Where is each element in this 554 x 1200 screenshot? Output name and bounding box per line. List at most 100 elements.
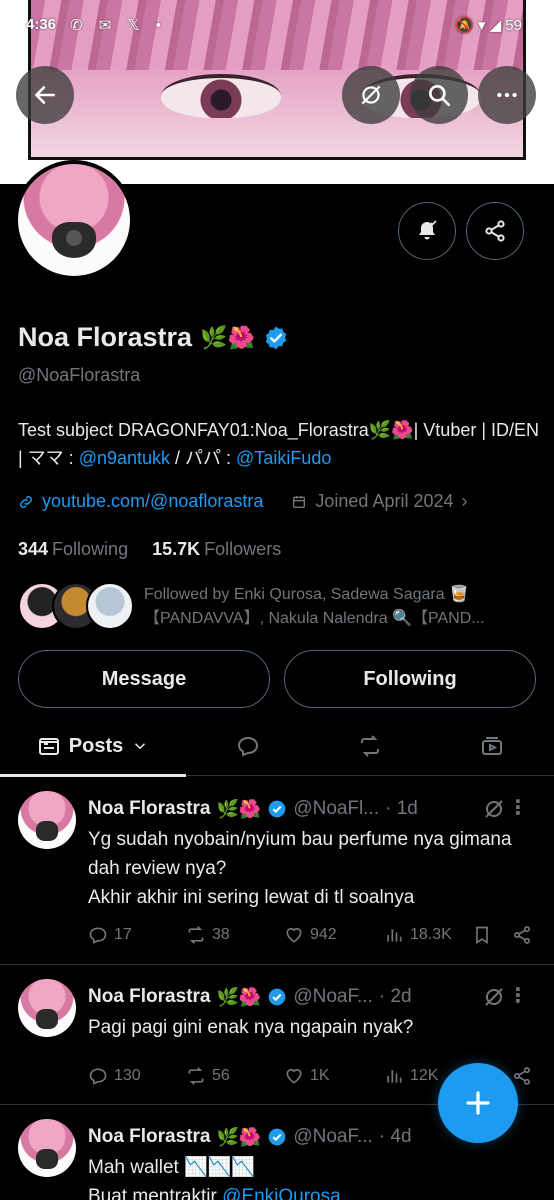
avatar[interactable] bbox=[18, 791, 76, 849]
chevron-right-icon[interactable]: › bbox=[462, 491, 468, 512]
post-author-emojis: 🌿🌺 bbox=[216, 1126, 262, 1147]
post-author-name[interactable]: Noa Florastra bbox=[88, 798, 210, 820]
status-time: 4:36 bbox=[26, 16, 57, 33]
like-button[interactable]: 1K bbox=[284, 1066, 330, 1086]
follow-stats: 344 Following 15.7K Followers bbox=[18, 539, 281, 560]
bio-separator: / パパ : bbox=[170, 448, 237, 468]
avatar bbox=[86, 582, 134, 630]
share-button[interactable] bbox=[512, 925, 532, 945]
calendar-icon bbox=[293, 495, 306, 508]
name-emojis: 🌿🌺 bbox=[200, 324, 255, 350]
notifications-button[interactable] bbox=[398, 202, 456, 260]
website-link[interactable]: youtube.com/@noaflorastra bbox=[42, 491, 263, 512]
grok-icon[interactable] bbox=[482, 985, 506, 1009]
status-notification-icons: ✆ ✉ 𝕏 • bbox=[70, 17, 167, 34]
post-time: · 1d bbox=[385, 798, 418, 819]
profile-bio: Test subject DRAGONFAY01:Noa_Florastra🌿🌺… bbox=[18, 416, 542, 472]
tab-replies[interactable] bbox=[200, 716, 296, 776]
verified-badge-icon[interactable] bbox=[263, 325, 289, 351]
views-icon bbox=[387, 1070, 402, 1083]
reply-icon bbox=[89, 927, 107, 944]
post-time: · 4d bbox=[378, 1126, 412, 1147]
reply-button[interactable]: 17 bbox=[88, 925, 132, 945]
tab-reposts[interactable] bbox=[322, 716, 418, 776]
post-item[interactable]: Noa Florastra 🌿🌺 @NoaFl... · 1d ⋮ Yg sud… bbox=[0, 777, 554, 965]
bio-mention-papa[interactable]: @TaikiFudo bbox=[236, 448, 331, 468]
repost-icon bbox=[361, 735, 379, 757]
bookmark-button[interactable] bbox=[472, 925, 492, 945]
view-count: 18.3K bbox=[410, 926, 452, 943]
joined-date: Joined April 2024 bbox=[315, 491, 454, 511]
repost-icon bbox=[188, 1067, 204, 1085]
reply-count: 130 bbox=[114, 1067, 141, 1084]
repost-count: 38 bbox=[212, 926, 230, 943]
profile-name: Noa Florastra 🌿🌺 bbox=[18, 322, 289, 353]
post-time: · 2d bbox=[378, 986, 412, 1007]
like-count: 1K bbox=[310, 1067, 330, 1084]
compose-post-button[interactable] bbox=[438, 1063, 518, 1143]
followed-by-avatars[interactable] bbox=[18, 582, 134, 630]
post-more-icon[interactable]: ⋮ bbox=[508, 983, 528, 1008]
share-button[interactable] bbox=[512, 1066, 532, 1086]
followed-by-text[interactable]: Followed by Enki Qurosa, Sadewa Sagara 🥃… bbox=[144, 583, 540, 631]
more-horizontal-icon bbox=[497, 92, 517, 98]
share-icon bbox=[485, 220, 505, 242]
repost-button[interactable]: 38 bbox=[186, 925, 230, 945]
posts-icon bbox=[38, 738, 59, 755]
profile-avatar[interactable] bbox=[14, 160, 134, 280]
grok-icon[interactable] bbox=[482, 797, 506, 821]
post-mention[interactable]: @EnkiQurosa bbox=[222, 1186, 341, 1200]
share-icon bbox=[514, 926, 530, 944]
status-system-icons: 🔕 ▾ ◢ 59 bbox=[455, 17, 522, 34]
reply-button[interactable]: 130 bbox=[88, 1066, 141, 1086]
tab-posts[interactable]: Posts bbox=[0, 716, 186, 777]
repost-count: 56 bbox=[212, 1067, 230, 1084]
repost-button[interactable]: 56 bbox=[186, 1066, 230, 1086]
post-actions: 17 38 942 18.3K bbox=[88, 922, 538, 948]
arrow-left-icon bbox=[35, 86, 55, 104]
plus-icon bbox=[466, 1091, 490, 1115]
post-author-name[interactable]: Noa Florastra bbox=[88, 986, 210, 1008]
heart-icon bbox=[286, 927, 302, 943]
post-author-emojis: 🌿🌺 bbox=[216, 986, 262, 1007]
following-button[interactable]: Following bbox=[284, 650, 536, 708]
post-author-name[interactable]: Noa Florastra bbox=[88, 1126, 210, 1148]
post-author-handle: @NoaF... bbox=[293, 1126, 373, 1147]
post-header: Noa Florastra 🌿🌺 @NoaF... · 2d ⋮ bbox=[88, 983, 538, 1011]
search-button[interactable] bbox=[410, 66, 468, 124]
post-text-line: Mah wallet 📉📉📉 bbox=[88, 1157, 256, 1178]
more-options-button[interactable] bbox=[478, 66, 536, 124]
bio-mention-mama[interactable]: @n9antukk bbox=[79, 448, 170, 468]
post-more-icon[interactable]: ⋮ bbox=[508, 795, 528, 820]
followers-stat[interactable]: 15.7K Followers bbox=[152, 539, 281, 559]
post-author-handle: @NoaFl... bbox=[293, 798, 380, 819]
back-button[interactable] bbox=[16, 66, 74, 124]
post-author-emojis: 🌿🌺 bbox=[216, 798, 262, 819]
link-icon bbox=[20, 495, 32, 508]
avatar[interactable] bbox=[18, 979, 76, 1037]
message-button[interactable]: Message bbox=[18, 650, 270, 708]
share-profile-button[interactable] bbox=[466, 202, 524, 260]
status-bar: 4:36 ✆ ✉ 𝕏 • 🔕 ▾ ◢ 59 bbox=[0, 16, 554, 40]
verified-badge-icon bbox=[268, 1128, 286, 1146]
post-text-line: Buat mentraktir @EnkiQurosa bbox=[88, 1182, 538, 1200]
reply-count: 17 bbox=[114, 926, 132, 943]
verified-badge-icon bbox=[268, 988, 286, 1006]
like-button[interactable]: 942 bbox=[284, 925, 337, 945]
views-icon bbox=[387, 929, 402, 942]
following-stat[interactable]: 344 Following bbox=[18, 539, 128, 559]
avatar[interactable] bbox=[18, 1119, 76, 1177]
grok-button[interactable] bbox=[342, 66, 400, 124]
views-button[interactable]: 12K bbox=[384, 1066, 438, 1086]
grok-icon bbox=[361, 85, 381, 105]
tab-media[interactable] bbox=[444, 716, 540, 776]
display-name: Noa Florastra bbox=[18, 322, 193, 352]
view-count: 12K bbox=[410, 1067, 439, 1084]
like-count: 942 bbox=[310, 926, 337, 943]
verified-badge-icon bbox=[268, 800, 286, 818]
views-button[interactable]: 18.3K bbox=[384, 925, 452, 945]
post-header: Noa Florastra 🌿🌺 @NoaFl... · 1d ⋮ bbox=[88, 795, 538, 823]
post-text: Mah wallet 📉📉📉 Buat mentraktir @EnkiQuro… bbox=[88, 1153, 538, 1200]
reply-icon bbox=[237, 736, 259, 757]
profile-handle: @NoaFlorastra bbox=[18, 365, 141, 385]
